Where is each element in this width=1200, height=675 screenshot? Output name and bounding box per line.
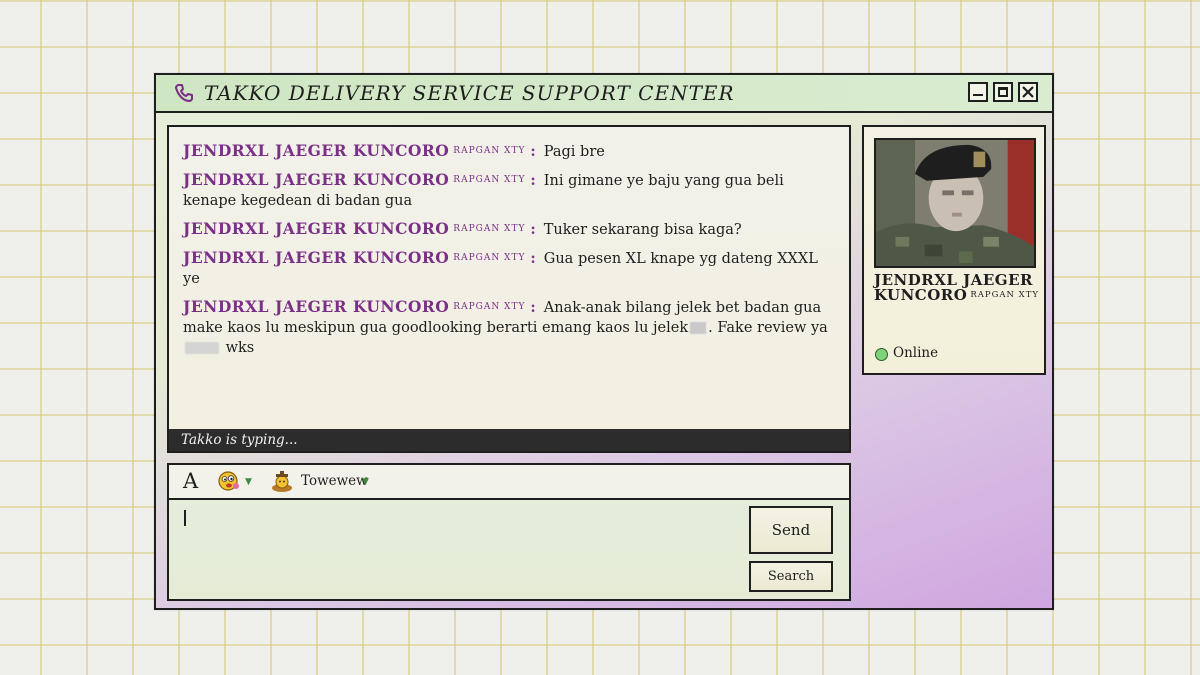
sender-tag: RAPGAN XTY — [453, 302, 526, 312]
sender-tag: RAPGAN XTY — [453, 146, 526, 156]
nudge-dropdown-icon[interactable]: ▼ — [362, 477, 369, 487]
nudge-label[interactable]: Towewew — [301, 473, 368, 489]
message-text: wks — [225, 340, 255, 356]
phone-icon — [175, 84, 193, 102]
message-text: Tuker sekarang bisa kaga? — [543, 222, 742, 238]
chat-window: TAKKO DELIVERY SERVICE SUPPORT CENTER JE… — [154, 73, 1054, 610]
minimize-button[interactable] — [968, 82, 988, 102]
message-input[interactable] — [184, 510, 186, 526]
message-sender: JENDRXL JAEGER KUNCORO — [183, 141, 450, 160]
chat-history-panel[interactable]: JENDRXL JAEGER KUNCORO RAPGAN XTY: Pagi br… — [167, 125, 851, 453]
compose-panel: A ▼ Towewew ▼ Send Search — [167, 463, 851, 601]
message-sender: JENDRXL JAEGER KUNCORO — [183, 297, 450, 316]
format-toolbar: A ▼ Towewew ▼ — [169, 465, 849, 500]
sender-tag: RAPGAN XTY — [453, 175, 526, 185]
profile-name: JENDRXL JAEGER KUNCORO RAPGAN XTY — [874, 273, 1044, 303]
title-bar[interactable]: TAKKO DELIVERY SERVICE SUPPORT CENTER — [156, 75, 1052, 113]
chat-message: JENDRXL JAEGER KUNCORO RAPGAN XTY: Tuker s… — [183, 219, 742, 238]
avatar[interactable] — [874, 138, 1036, 268]
typing-indicator: Takko is typing... — [169, 429, 849, 451]
message-sender: JENDRXL JAEGER KUNCORO — [183, 219, 450, 238]
message-list: JENDRXL JAEGER KUNCORO RAPGAN XTY: Pagi br… — [183, 141, 835, 366]
emoticon-icon[interactable] — [217, 470, 241, 492]
status-text: Online — [893, 345, 939, 361]
contact-profile-panel: JENDRXL JAEGER KUNCORO RAPGAN XTY Online — [862, 125, 1046, 375]
online-status-icon — [875, 348, 888, 361]
message-sender: JENDRXL JAEGER KUNCORO — [183, 170, 450, 189]
message-text: Pagi bre — [543, 144, 605, 160]
chat-message: JENDRXL JAEGER KUNCORO RAPGAN XTY: Ini gim… — [183, 170, 784, 209]
maximize-button[interactable] — [993, 82, 1013, 102]
censored-emoji — [690, 322, 707, 334]
sender-tag: RAPGAN XTY — [453, 224, 526, 234]
search-button[interactable]: Search — [749, 561, 833, 592]
send-button[interactable]: Send — [749, 506, 833, 554]
font-button[interactable]: A — [183, 469, 198, 493]
chat-message: JENDRXL JAEGER KUNCORO RAPGAN XTY: Gua pes… — [183, 248, 818, 287]
chat-message: JENDRXL JAEGER KUNCORO RAPGAN XTY: Anak-an… — [183, 297, 828, 356]
profile-tag: RAPGAN XTY — [970, 290, 1040, 300]
chat-message: JENDRXL JAEGER KUNCORO RAPGAN XTY: Pagi br… — [183, 141, 605, 160]
censored-text — [185, 342, 219, 354]
close-button[interactable] — [1018, 82, 1038, 102]
close-icon — [1022, 86, 1034, 98]
message-sender: JENDRXL JAEGER KUNCORO — [183, 248, 450, 267]
nudge-icon[interactable] — [269, 469, 295, 493]
window-title: TAKKO DELIVERY SERVICE SUPPORT CENTER — [204, 81, 735, 105]
emoticon-dropdown-icon[interactable]: ▼ — [245, 477, 252, 487]
message-text: . Fake review ya — [708, 320, 828, 336]
sender-tag: RAPGAN XTY — [453, 253, 526, 263]
